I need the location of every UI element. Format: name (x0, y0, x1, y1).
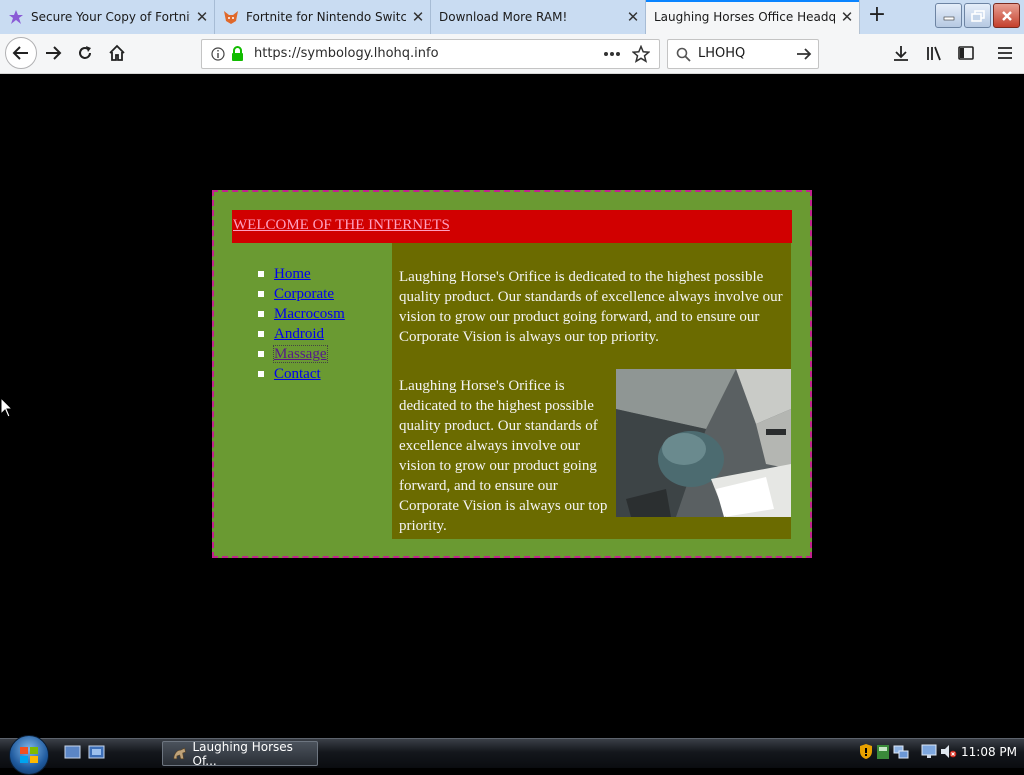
restore-icon (970, 9, 985, 22)
nav-link-macrocosm[interactable]: Macrocosm (274, 306, 345, 322)
star-icon (8, 9, 24, 25)
downloads-button[interactable] (886, 38, 916, 68)
tab-fortnite-switch[interactable]: Fortnite for Nintendo Switch ✕ (215, 0, 431, 34)
sidebar-icon (958, 46, 974, 60)
url-text[interactable]: https://symbology.lhohq.info (254, 46, 439, 61)
restore-button[interactable] (964, 3, 991, 28)
show-desktop-icon[interactable] (64, 745, 81, 760)
tab-strip: Secure Your Copy of Fortnite ✕ Fortnite … (0, 0, 1024, 34)
url-bar[interactable]: https://symbology.lhohq.info (201, 39, 660, 69)
page-container: WELCOME OF THE INTERNETS Home Corporate … (212, 190, 812, 558)
menu-button[interactable] (990, 38, 1020, 68)
tab-laughing-horses[interactable]: Laughing Horses Office Headquarters ✕ (646, 0, 860, 34)
back-button[interactable] (5, 37, 37, 69)
home-icon (109, 44, 125, 61)
horse-favicon-icon (173, 747, 186, 759)
start-button[interactable] (9, 735, 49, 775)
nav-item-android: Android (258, 324, 345, 344)
search-icon (676, 47, 691, 62)
nav-item-massage: Massage (258, 344, 345, 364)
close-icon[interactable]: ✕ (190, 8, 214, 26)
info-icon[interactable] (211, 47, 225, 61)
second-paragraph: Laughing Horse's Orifice is dedicated to… (399, 378, 608, 534)
nav-item-corporate: Corporate (258, 284, 345, 304)
tab-title: Laughing Horses Office Headquarters (654, 10, 835, 24)
volume-muted-icon[interactable] (940, 744, 957, 759)
page-actions-icon[interactable] (603, 51, 621, 57)
content-panel: Laughing Horse's Orifice is dedicated to… (392, 243, 791, 539)
monitor-icon[interactable] (921, 744, 937, 759)
nav-link-android[interactable]: Android (274, 326, 324, 342)
arrow-right-icon (46, 46, 62, 60)
close-icon[interactable]: ✕ (406, 8, 430, 26)
hamburger-menu-icon (998, 47, 1012, 59)
fox-icon (223, 9, 239, 25)
lock-icon[interactable] (231, 46, 244, 61)
intro-paragraph: Laughing Horse's Orifice is dedicated to… (399, 269, 783, 345)
nav-link-massage[interactable]: Massage (273, 345, 328, 363)
nav-link-corporate[interactable]: Corporate (274, 286, 334, 302)
taskbar-item-browser[interactable]: Laughing Horses Of... (162, 739, 318, 768)
navigation-toolbar: https://symbology.lhohq.info LHOHQ (0, 34, 1024, 74)
window-close-button[interactable] (993, 3, 1020, 28)
tab-title: Download More RAM! (439, 10, 568, 24)
search-bar[interactable]: LHOHQ (667, 39, 819, 69)
nav-link-home[interactable]: Home (274, 266, 311, 282)
office-chair-photo (616, 369, 791, 517)
sidebar-toggle-button[interactable] (951, 38, 981, 68)
nav-item-macrocosm: Macrocosm (258, 304, 345, 324)
security-shield-icon[interactable] (859, 743, 873, 760)
minimize-icon (943, 16, 954, 20)
welcome-banner: WELCOME OF THE INTERNETS (232, 210, 792, 243)
switch-windows-icon[interactable] (88, 745, 105, 760)
tab-title: Fortnite for Nintendo Switch (246, 10, 406, 24)
close-icon[interactable]: ✕ (835, 8, 859, 26)
system-clock[interactable]: 11:08 PM (961, 745, 1017, 759)
arrow-left-icon (12, 46, 28, 60)
download-icon (894, 46, 908, 61)
site-navigation: Home Corporate Macrocosm Android Massage… (258, 264, 345, 384)
forward-button[interactable] (38, 38, 68, 68)
reload-icon (79, 46, 91, 59)
tray-app-icon[interactable] (876, 744, 890, 760)
close-icon[interactable]: ✕ (621, 8, 645, 26)
nav-item-contact: Contact (258, 364, 345, 384)
nav-link-contact[interactable]: Contact (274, 366, 321, 382)
new-tab-button[interactable]: + (866, 4, 888, 27)
reload-button[interactable] (70, 38, 100, 68)
bookmark-star-icon[interactable] (632, 45, 650, 63)
welcome-link[interactable]: WELCOME OF THE INTERNETS (233, 217, 450, 234)
tab-title: Secure Your Copy of Fortnite (31, 10, 190, 24)
search-input[interactable]: LHOHQ (698, 46, 745, 61)
tab-download-ram[interactable]: Download More RAM! ✕ (431, 0, 646, 34)
library-button[interactable] (919, 38, 949, 68)
minimize-button[interactable] (935, 3, 962, 28)
nav-item-home: Home (258, 264, 345, 284)
mouse-cursor-icon (0, 397, 14, 418)
tab-fortnite-copy[interactable]: Secure Your Copy of Fortnite ✕ (0, 0, 215, 34)
search-go-icon[interactable] (796, 47, 812, 61)
taskbar-item-label: Laughing Horses Of... (192, 739, 293, 768)
windows-logo-icon (20, 747, 38, 763)
library-icon (927, 46, 941, 61)
close-icon (1001, 10, 1012, 21)
network-icon[interactable] (893, 744, 909, 760)
home-button[interactable] (102, 38, 132, 68)
